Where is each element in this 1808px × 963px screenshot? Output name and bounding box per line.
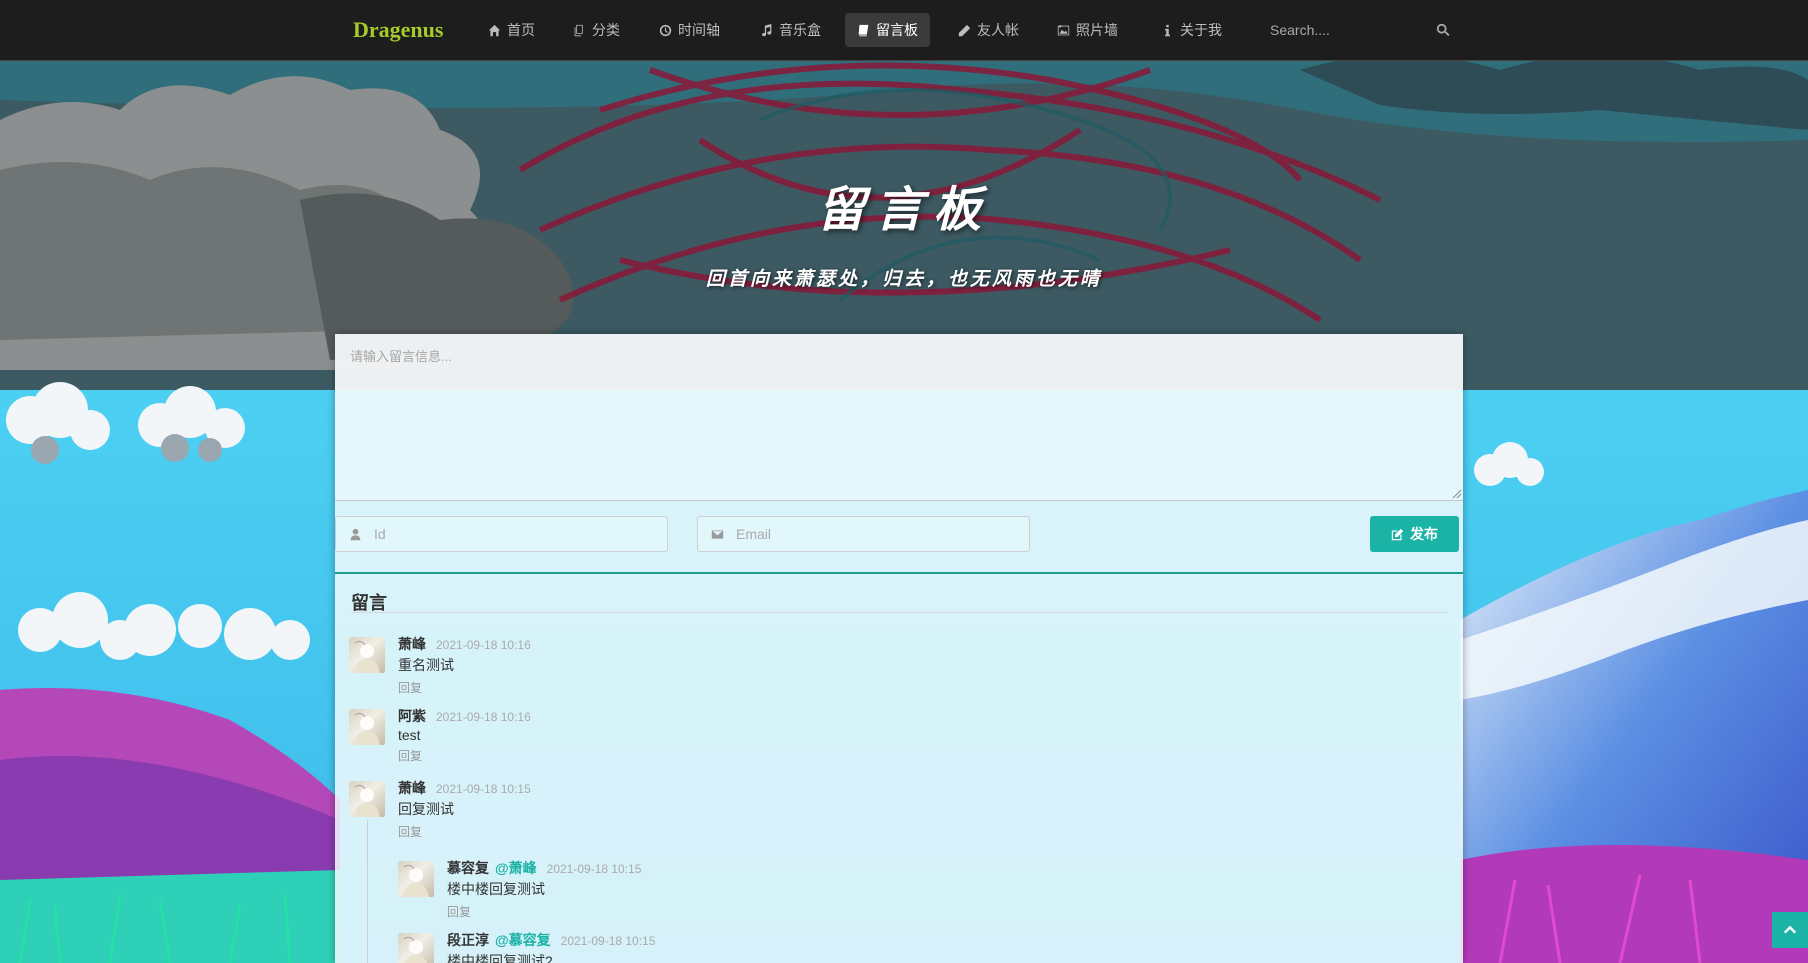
- reply-author[interactable]: 段正淳: [447, 930, 489, 950]
- resize-grip-icon[interactable]: [1452, 489, 1462, 499]
- user-icon: [336, 528, 374, 541]
- top-navbar: Dragenus 首页 分类 时间轴 音乐盒 留言板 友人帐 照片墙 关于我: [0, 0, 1808, 61]
- id-input[interactable]: [374, 517, 667, 551]
- nav-friends[interactable]: 友人帐: [946, 13, 1031, 47]
- email-input[interactable]: [736, 517, 1029, 551]
- nav-label: 关于我: [1180, 22, 1222, 38]
- nav-home[interactable]: 首页: [476, 13, 547, 47]
- comment-text: 重名测试: [398, 657, 454, 673]
- avatar[interactable]: [398, 861, 434, 897]
- avatar[interactable]: [398, 933, 434, 963]
- edit-icon: [1391, 528, 1404, 540]
- reply-mention[interactable]: @萧峰: [495, 858, 537, 878]
- nav-photos[interactable]: 照片墙: [1045, 13, 1130, 47]
- nav-label: 分类: [592, 22, 620, 38]
- nav-label: 留言板: [876, 22, 918, 38]
- comment-author[interactable]: 阿紫: [398, 706, 426, 726]
- chevron-up-icon: [1783, 925, 1797, 934]
- search-button[interactable]: [1436, 23, 1450, 37]
- search-box: [1270, 18, 1450, 42]
- reply-link[interactable]: 回复: [447, 903, 641, 920]
- reply-link[interactable]: 回复: [398, 747, 531, 764]
- publish-label: 发布: [1410, 526, 1438, 542]
- message-textarea[interactable]: [335, 334, 1463, 501]
- reply-time: 2021-09-18 10:15: [560, 934, 656, 948]
- nav-label: 时间轴: [678, 22, 720, 38]
- nav-label: 音乐盒: [779, 22, 821, 38]
- nav-label: 照片墙: [1076, 22, 1118, 38]
- avatar[interactable]: [349, 637, 385, 673]
- nav-timeline[interactable]: 时间轴: [647, 13, 732, 47]
- search-icon: [1436, 23, 1450, 37]
- nav-music[interactable]: 音乐盒: [748, 13, 833, 47]
- reply-time: 2021-09-18 10:15: [546, 862, 642, 876]
- nav-label: 首页: [507, 22, 535, 38]
- nav-guestbook[interactable]: 留言板: [845, 13, 930, 47]
- email-field: [697, 516, 1030, 552]
- avatar[interactable]: [349, 781, 385, 817]
- brand-logo[interactable]: Dragenus: [353, 17, 443, 43]
- info-icon: [1165, 24, 1170, 36]
- reply-text: 楼中楼回复测试: [447, 881, 545, 897]
- scroll-top-button[interactable]: [1772, 912, 1808, 948]
- page-subtitle: 回首向来萧瑟处，归去，也无风雨也无晴: [705, 268, 1102, 290]
- copy-icon: [574, 24, 583, 36]
- id-field: [335, 516, 668, 552]
- clock-icon: [659, 24, 672, 36]
- comment-time: 2021-09-18 10:16: [436, 710, 531, 724]
- comment-author[interactable]: 萧峰: [398, 778, 426, 798]
- reply-link[interactable]: 回复: [398, 679, 531, 696]
- comment-time: 2021-09-18 10:15: [436, 782, 531, 796]
- section-divider: [335, 572, 1463, 574]
- heading-rule: [351, 612, 1447, 613]
- reply-text: 楼中楼回复测试2: [447, 953, 553, 963]
- envelope-icon: [698, 528, 736, 541]
- music-icon: [762, 23, 772, 36]
- thread-line: [367, 820, 368, 963]
- page-title: 留言板: [816, 182, 991, 238]
- pencil-icon: [958, 24, 971, 36]
- nav-label: 友人帐: [977, 22, 1019, 38]
- search-input[interactable]: [1270, 18, 1420, 42]
- picture-icon: [1057, 24, 1070, 35]
- nav-category[interactable]: 分类: [561, 13, 632, 47]
- comment-time: 2021-09-18 10:16: [436, 638, 531, 652]
- guestbook-panel: 发布 留言 萧峰 2021-09-18 10:16 重名测试 回复 阿紫 202…: [335, 334, 1463, 963]
- comment-text: 回复测试: [398, 801, 454, 817]
- comment-author[interactable]: 萧峰: [398, 634, 426, 654]
- comment-text: test: [398, 727, 421, 743]
- home-icon: [488, 24, 501, 36]
- book-icon: [858, 24, 869, 36]
- publish-button[interactable]: 发布: [1370, 516, 1459, 552]
- reply-link[interactable]: 回复: [398, 823, 531, 840]
- nav-about[interactable]: 关于我: [1149, 13, 1234, 47]
- reply-author[interactable]: 慕容复: [447, 858, 489, 878]
- reply-mention[interactable]: @慕容复: [495, 930, 551, 950]
- avatar[interactable]: [349, 709, 385, 745]
